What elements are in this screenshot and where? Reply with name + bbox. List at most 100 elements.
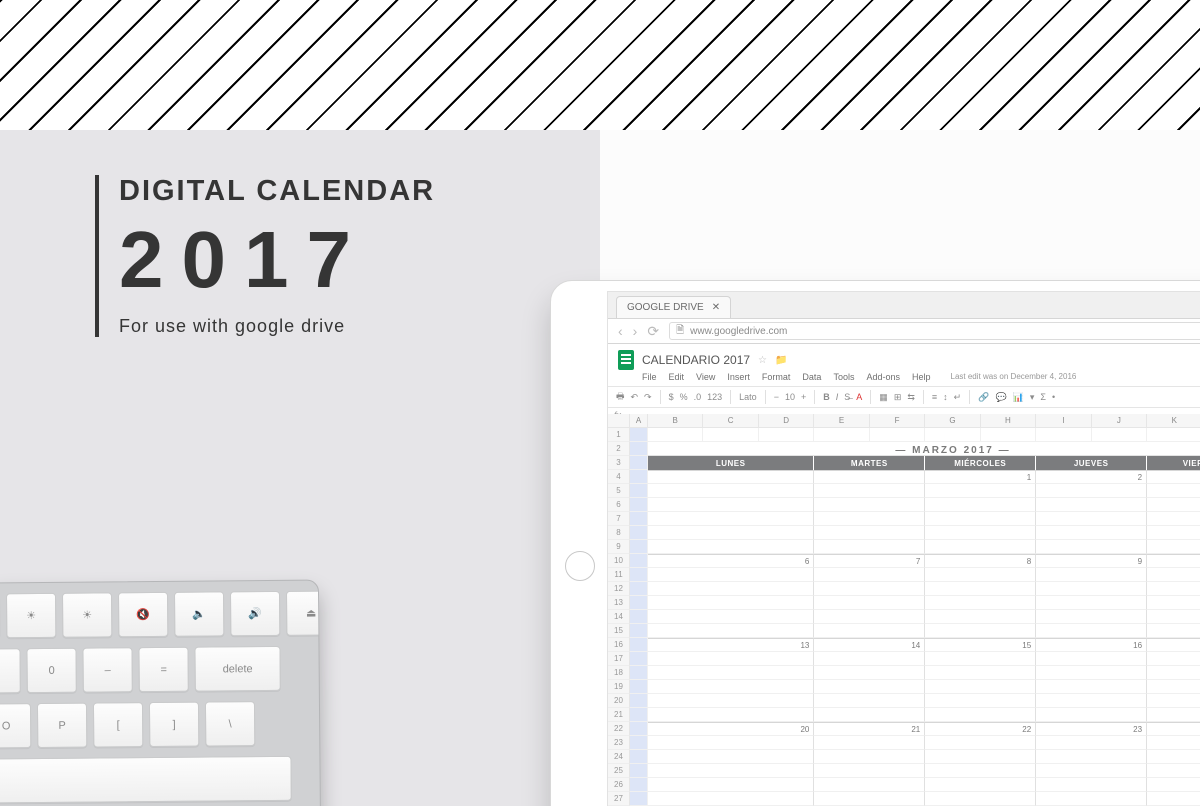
halign-icon[interactable]: ≡ [932, 392, 937, 402]
calendar-cell[interactable] [925, 596, 1036, 610]
calendar-cell[interactable] [814, 666, 925, 680]
row-header[interactable]: 9 [608, 540, 630, 554]
row-header[interactable]: 14 [608, 610, 630, 624]
calendar-cell[interactable]: 15 [925, 638, 1036, 652]
row-header[interactable]: 20 [608, 694, 630, 708]
row-header[interactable]: 19 [608, 680, 630, 694]
calendar-cell[interactable]: 20 [648, 722, 814, 736]
col-header[interactable]: D [759, 414, 814, 428]
calendar-cell[interactable] [925, 736, 1036, 750]
calendar-cell[interactable] [1036, 512, 1147, 526]
fontsize-dec[interactable]: − [774, 392, 779, 402]
ipad-home-button[interactable] [565, 551, 595, 581]
row-header[interactable]: 1 [608, 428, 630, 442]
calendar-cell[interactable] [648, 568, 814, 582]
doc-title[interactable]: CALENDARIO 2017 [642, 353, 750, 367]
row-header[interactable]: 6 [608, 498, 630, 512]
calendar-cell[interactable] [925, 540, 1036, 554]
comment-icon[interactable]: 💬 [995, 392, 1006, 403]
row-header[interactable]: 5 [608, 484, 630, 498]
calendar-cell[interactable] [1147, 680, 1200, 694]
row-header[interactable]: 7 [608, 512, 630, 526]
calendar-cell[interactable] [925, 568, 1036, 582]
calendar-cell[interactable] [925, 778, 1036, 792]
back-button[interactable]: ‹ [618, 323, 623, 339]
cell[interactable] [925, 428, 980, 442]
calendar-cell[interactable] [1036, 624, 1147, 638]
cell[interactable] [630, 778, 648, 792]
calendar-cell[interactable]: 16 [1036, 638, 1147, 652]
cell[interactable] [1147, 428, 1200, 442]
calendar-cell[interactable] [925, 666, 1036, 680]
more-icon[interactable]: • [1052, 392, 1055, 402]
valign-icon[interactable]: ↕ [943, 392, 948, 402]
percent-icon[interactable]: % [680, 392, 688, 402]
calendar-cell[interactable] [814, 610, 925, 624]
col-header[interactable]: J [1092, 414, 1147, 428]
calendar-cell[interactable] [1147, 568, 1200, 582]
textcolor-icon[interactable]: A [856, 392, 862, 402]
row-header[interactable]: 10 [608, 554, 630, 568]
col-header[interactable]: A [630, 414, 648, 428]
calendar-cell[interactable] [1147, 484, 1200, 498]
row-header[interactable]: 27 [608, 792, 630, 806]
calendar-cell[interactable] [1036, 526, 1147, 540]
calendar-cell[interactable] [1036, 582, 1147, 596]
calendar-cell[interactable] [1036, 764, 1147, 778]
border-icon[interactable]: ⊞ [894, 392, 902, 403]
calendar-cell[interactable] [925, 610, 1036, 624]
bold-icon[interactable]: B [823, 392, 830, 402]
redo-icon[interactable]: ↷ [644, 392, 652, 403]
calendar-cell[interactable] [925, 512, 1036, 526]
cell[interactable] [981, 428, 1036, 442]
calendar-cell[interactable] [648, 526, 814, 540]
cell[interactable] [630, 736, 648, 750]
cell[interactable] [630, 498, 648, 512]
menu-item-help[interactable]: Help [912, 372, 931, 382]
calendar-cell[interactable] [1147, 764, 1200, 778]
calendar-cell[interactable] [925, 764, 1036, 778]
calendar-cell[interactable] [648, 680, 814, 694]
menu-item-format[interactable]: Format [762, 372, 791, 382]
chart-icon[interactable]: 📊 [1013, 392, 1024, 403]
calendar-cell[interactable]: 14 [814, 638, 925, 652]
calendar-cell[interactable]: 24 [1147, 722, 1200, 736]
calendar-cell[interactable] [1036, 680, 1147, 694]
row-header[interactable]: 11 [608, 568, 630, 582]
cell[interactable] [630, 750, 648, 764]
calendar-cell[interactable] [1036, 792, 1147, 806]
filter-icon[interactable]: ▾ [1030, 392, 1035, 403]
calendar-cell[interactable]: 6 [648, 554, 814, 568]
cell[interactable] [630, 708, 648, 722]
menu-item-insert[interactable]: Insert [727, 372, 750, 382]
cell[interactable] [814, 428, 869, 442]
calendar-cell[interactable] [648, 778, 814, 792]
col-header[interactable]: C [703, 414, 758, 428]
decimal-icon[interactable]: .0 [694, 392, 702, 402]
cell[interactable] [1092, 428, 1147, 442]
menu-item-edit[interactable]: Edit [669, 372, 685, 382]
row-header[interactable]: 4 [608, 470, 630, 484]
reload-button[interactable]: ⟳ [647, 323, 659, 340]
italic-icon[interactable]: I [836, 392, 839, 402]
calendar-cell[interactable] [648, 498, 814, 512]
menu-item-tools[interactable]: Tools [833, 372, 854, 382]
col-header[interactable]: G [925, 414, 980, 428]
calendar-cell[interactable]: 22 [925, 722, 1036, 736]
cell[interactable] [630, 512, 648, 526]
cell[interactable] [630, 526, 648, 540]
col-header[interactable]: B [648, 414, 703, 428]
cell[interactable] [630, 428, 648, 442]
calendar-cell[interactable] [648, 624, 814, 638]
calendar-cell[interactable] [1036, 568, 1147, 582]
calendar-cell[interactable] [648, 610, 814, 624]
cell[interactable] [630, 456, 648, 470]
menu-item-add-ons[interactable]: Add-ons [866, 372, 900, 382]
sigma-icon[interactable]: Σ [1040, 392, 1046, 402]
calendar-cell[interactable] [1147, 624, 1200, 638]
merge-icon[interactable]: ⇆ [907, 392, 915, 403]
calendar-cell[interactable] [648, 792, 814, 806]
cell[interactable] [630, 540, 648, 554]
calendar-cell[interactable] [1147, 778, 1200, 792]
row-header[interactable]: 26 [608, 778, 630, 792]
